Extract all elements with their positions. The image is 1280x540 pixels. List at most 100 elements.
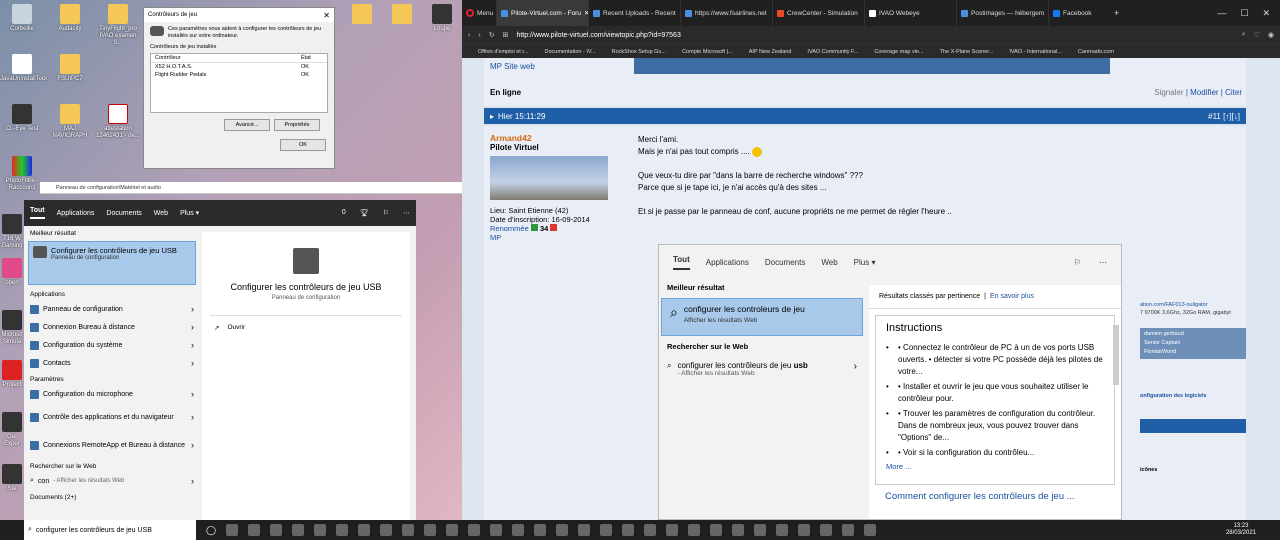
taskbar-app-icon[interactable] [424, 524, 437, 536]
taskbar-app-icon[interactable] [270, 524, 283, 536]
taskbar-app-icon[interactable] [534, 524, 547, 536]
list-item[interactable]: Flight Rudder Pedals OK [151, 71, 327, 79]
desktop-icon-recycle-bin[interactable]: Corbeille [0, 4, 44, 33]
web-search-item[interactable]: ⌕ con - Afficher les résultats Web › [24, 472, 200, 490]
new-tab-button[interactable]: + [1108, 8, 1125, 18]
taskbar-app-icon[interactable] [754, 524, 767, 536]
desktop-icon-cl-eye[interactable]: CL-Eye Test [0, 104, 44, 133]
desktop-icon-loupe[interactable]: Loupe [420, 4, 464, 33]
taskbar-app-icon[interactable] [600, 524, 613, 536]
taskbar-app-icon[interactable] [336, 524, 349, 536]
taskbar-app-icon[interactable] [820, 524, 833, 536]
list-item[interactable]: Contrôle des applications et du navigate… [24, 403, 200, 431]
taskbar-app-icon[interactable] [446, 524, 459, 536]
browser-tab[interactable]: Recent Uploads - Recent [588, 0, 680, 26]
desktop-icon-geforce[interactable]: Gef Exper [0, 412, 24, 448]
list-item[interactable]: Panneau de configuration › [24, 300, 200, 318]
control-panel-titlebar[interactable]: Panneau de configuration\Matériel et aud… [40, 182, 462, 194]
desktop-icon-audacity[interactable]: Audacity [48, 4, 92, 33]
bookmark-item[interactable]: The X-Plane Scener... [940, 49, 994, 55]
taskbar-app-icon[interactable] [556, 524, 569, 536]
properties-button[interactable]: Propriétés [274, 119, 320, 131]
desktop-icon-maj-navigraph[interactable]: MAJ NAVIGRAPH [48, 104, 92, 140]
edit-link[interactable]: Modifier [1190, 88, 1218, 97]
more-options-icon[interactable]: ⋯ [403, 209, 410, 217]
report-link[interactable]: Signaler [1154, 88, 1183, 97]
feedback-icon[interactable]: ⚐ [383, 209, 389, 217]
forward-icon[interactable]: › [478, 32, 480, 39]
desktop-icon-photofiltre[interactable]: PhotoFiltre - Raccourci [0, 156, 44, 192]
bookmark-item[interactable]: Offres d'emploi et r... [478, 49, 528, 55]
author-mp-link[interactable]: MP [490, 233, 630, 242]
desktop-icon-attestation[interactable]: attestation 12462431 - de... [96, 104, 140, 140]
taskbar-app-icon[interactable] [292, 524, 305, 536]
open-action[interactable]: ↗ Ouvrir [202, 324, 410, 332]
taskbar-app-icon[interactable] [732, 524, 745, 536]
mp-link[interactable]: MP [490, 62, 502, 71]
author-name[interactable]: Armand42 [490, 134, 630, 143]
taskbar-app-icon[interactable] [512, 524, 525, 536]
post-number[interactable]: #11 [↑][↓] [1208, 112, 1240, 121]
desktop-icon-java-uninstall[interactable]: JavaUninstallTool [0, 54, 47, 83]
bookmark-item[interactable]: Documentation - IV... [544, 49, 595, 55]
desktop-icon-folder-a[interactable] [340, 4, 384, 26]
browser-tab[interactable]: https://www.fsairlines.net [680, 0, 772, 26]
browser-tab[interactable]: CrewCenter - Simulation [772, 0, 864, 26]
search-icon[interactable]: ⌕ [1242, 31, 1246, 39]
chevron-right-icon[interactable]: › [191, 340, 194, 350]
maximize-icon[interactable]: ☐ [1240, 8, 1248, 19]
grid-icon[interactable]: ⊞ [503, 31, 509, 39]
taskbar-app-icon[interactable] [842, 524, 855, 536]
desktop-icon-project[interactable]: Project [0, 360, 24, 389]
tab-documents[interactable]: Documents [106, 210, 141, 217]
chevron-right-icon[interactable]: › [191, 476, 194, 486]
reputation-link[interactable]: Renommée [490, 224, 529, 233]
list-item[interactable]: X52 H.O.T.A.S. OK [151, 63, 327, 71]
bookmark-item[interactable]: AIP New Zealand [749, 49, 792, 55]
best-match-item[interactable]: Configurer les contrôleurs de jeu USB Pa… [28, 241, 196, 285]
list-item[interactable]: Connexions RemoteApp et Bureau à distanc… [24, 431, 200, 459]
taskbar-app-icon[interactable] [468, 524, 481, 536]
bookmark-item[interactable]: IVAO Community F... [807, 49, 858, 55]
back-icon[interactable]: ‹ [468, 32, 470, 39]
chevron-right-icon[interactable]: › [191, 322, 194, 332]
dialog-titlebar[interactable]: Contrôleurs de jeu ✕ [144, 8, 334, 22]
reload-icon[interactable]: ↻ [489, 31, 495, 39]
website-link[interactable]: Site web [504, 62, 535, 71]
browser-tab[interactable]: IVAO Webeye [864, 0, 956, 26]
desktop-icon-folder-b[interactable] [380, 4, 424, 26]
taskbar-app-icon[interactable] [380, 524, 393, 536]
taskbar-app-icon[interactable] [644, 524, 657, 536]
system-clock[interactable]: 13:23 28/03/2021 [1226, 523, 1280, 537]
taskbar-app-icon[interactable] [358, 524, 371, 536]
chevron-right-icon[interactable]: › [191, 412, 194, 422]
taskbar-search-box[interactable]: ⌕ configurer les contrôleurs de jeu USB [24, 520, 196, 540]
chevron-right-icon[interactable]: › [191, 304, 194, 314]
desktop-icon-steam[interactable]: Ste [0, 464, 24, 493]
thumbs-down-icon[interactable] [550, 224, 558, 231]
config-link[interactable]: onfiguration des logiciels [1140, 393, 1246, 399]
controllers-list[interactable]: Contrôleur État X52 H.O.T.A.S. OK Flight… [150, 53, 328, 113]
tab-web[interactable]: Web [154, 210, 168, 217]
url-field[interactable]: http://www.pilote-virtuel.com/viewtopic.… [516, 32, 1233, 39]
tab-applications[interactable]: Applications [57, 210, 95, 217]
tab-all[interactable]: Tout [30, 207, 45, 219]
list-item[interactable]: Contacts › [24, 354, 200, 372]
close-window-icon[interactable]: ✕ [1262, 8, 1270, 19]
taskbar-app-icon[interactable] [402, 524, 415, 536]
chevron-right-icon[interactable]: › [191, 389, 194, 399]
taskbar-search-input[interactable]: configurer les contrôleurs de jeu USB [36, 527, 152, 534]
taskbar-app-icon[interactable] [622, 524, 635, 536]
thumbs-up-icon[interactable] [530, 224, 538, 231]
task-view-icon[interactable]: ◯ [206, 525, 216, 536]
opera-menu-button[interactable]: Menu [462, 9, 496, 17]
list-item[interactable]: Connexion Bureau à distance › [24, 318, 200, 336]
quote-link[interactable]: Citer [1225, 88, 1242, 97]
taskbar-app-icon[interactable] [578, 524, 591, 536]
bookmark-icon[interactable]: ♡ [1254, 31, 1260, 39]
taskbar-app-icon[interactable] [490, 524, 503, 536]
minimize-icon[interactable]: — [1217, 8, 1226, 19]
advanced-button[interactable]: Avancé... [224, 119, 270, 131]
profile-icon[interactable]: ◉ [1268, 31, 1274, 39]
desktop-icon-tinyflight[interactable]: TinyFlight_pro IVAO examen S... [96, 4, 140, 47]
